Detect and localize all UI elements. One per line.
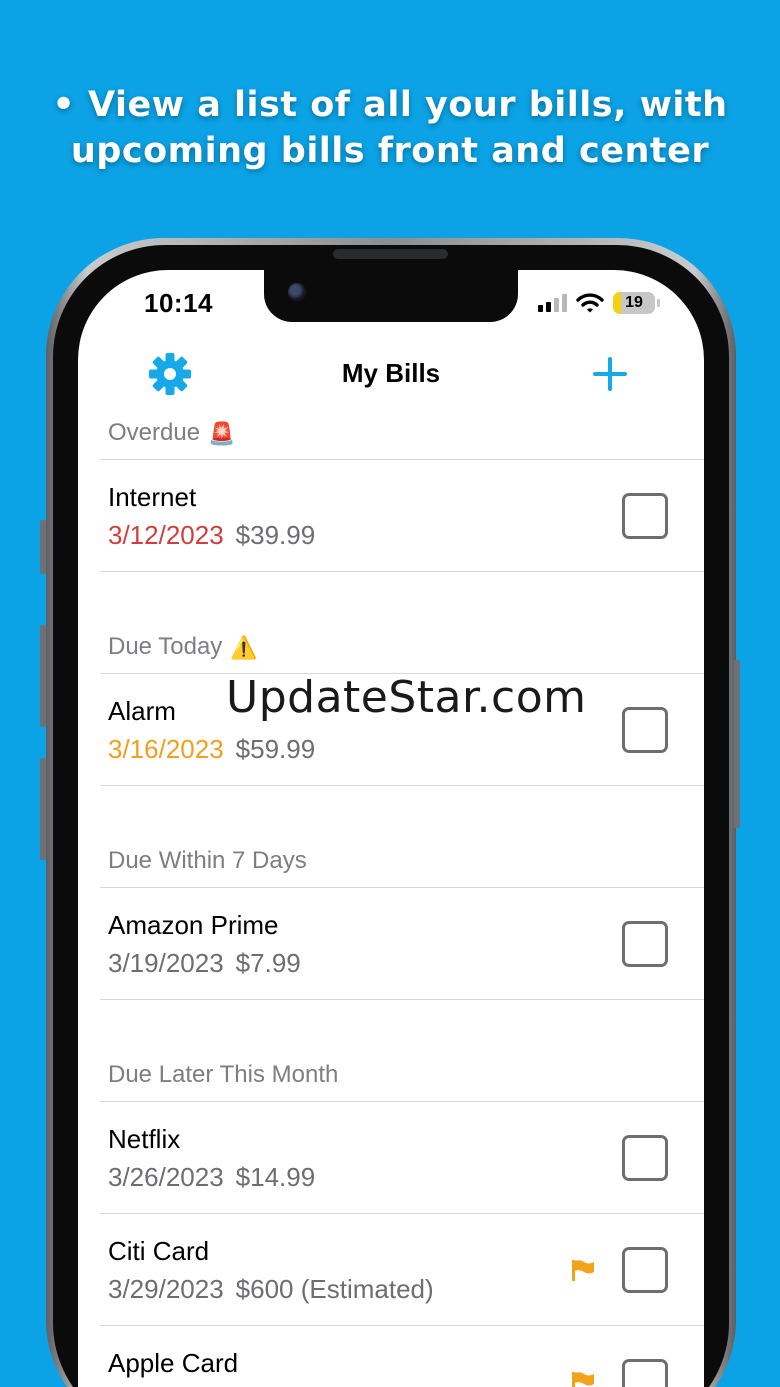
paid-checkbox[interactable] bbox=[622, 1247, 668, 1293]
bill-amount: $600 (Estimated) bbox=[235, 1274, 434, 1304]
section-header: Due Today ⚠️ bbox=[100, 612, 704, 674]
bill-row[interactable]: Apple Card3/31/2023$1125 (Estimated) bbox=[100, 1326, 704, 1387]
bill-list: Overdue 🚨 Internet 3/12/2023 $39.99 Due Today… bbox=[100, 398, 704, 1387]
phone-speaker bbox=[333, 249, 448, 259]
bill-due-date: 3/19/2023 bbox=[108, 948, 224, 978]
bill-amount: $39.99 bbox=[235, 520, 316, 550]
battery-icon: 19 bbox=[613, 292, 655, 314]
paid-checkbox[interactable] bbox=[622, 1359, 668, 1387]
bill-row[interactable]: Amazon Prime 3/19/2023 $7.99 bbox=[100, 888, 704, 1000]
phone-volume-down-button bbox=[40, 758, 46, 860]
section-header: Due Later This Month bbox=[100, 1040, 704, 1102]
battery-tip bbox=[657, 299, 660, 307]
bill-due-date: 3/26/2023 bbox=[108, 1162, 224, 1192]
status-icons: 19 bbox=[538, 292, 660, 314]
headline-line-1: • View a list of all your bills, with bbox=[52, 85, 728, 125]
bill-name: Internet bbox=[108, 482, 197, 512]
bill-details: 3/26/2023 $14.99 bbox=[108, 1162, 315, 1193]
phone-power-button bbox=[734, 660, 740, 828]
siren-icon: 🚨 bbox=[208, 421, 236, 446]
phone-silent-switch bbox=[40, 520, 46, 574]
wifi-icon bbox=[576, 293, 604, 313]
bill-details: 3/29/2023 $600 (Estimated) bbox=[108, 1274, 434, 1305]
bill-row[interactable]: Internet 3/12/2023 $39.99 bbox=[100, 460, 704, 572]
bill-name: Netflix bbox=[108, 1124, 181, 1154]
headline-line-2: upcoming bills front and center bbox=[70, 131, 710, 171]
bill-row[interactable]: Netflix 3/26/2023 $14.99 bbox=[100, 1102, 704, 1214]
flag-icon bbox=[572, 1372, 594, 1387]
bill-name: Apple Card bbox=[108, 1348, 239, 1378]
watermark: UpdateStar.com bbox=[226, 672, 587, 723]
navigation-bar: My Bills bbox=[78, 350, 704, 398]
bill-due-date: 3/12/2023 bbox=[108, 520, 224, 550]
bill-due-date: 3/29/2023 bbox=[108, 1274, 224, 1304]
warning-icon: ⚠️ bbox=[230, 635, 258, 660]
battery-fill bbox=[613, 292, 621, 314]
plus-icon bbox=[593, 357, 627, 391]
bill-amount: $14.99 bbox=[235, 1162, 316, 1192]
section-header: Overdue 🚨 bbox=[100, 398, 704, 460]
bill-name: Alarm bbox=[108, 696, 176, 726]
paid-checkbox[interactable] bbox=[622, 707, 668, 753]
bill-due-date: 3/16/2023 bbox=[108, 734, 224, 764]
flag-icon bbox=[572, 1260, 594, 1281]
section-header: Due Within 7 Days bbox=[100, 826, 704, 888]
bill-details: 3/12/2023 $39.99 bbox=[108, 520, 315, 551]
bill-name: Citi Card bbox=[108, 1236, 210, 1266]
paid-checkbox[interactable] bbox=[622, 1135, 668, 1181]
phone-screen: 10:14 19 My Bills Overdue 🚨 Internet 3/1… bbox=[78, 270, 704, 1387]
cellular-signal-icon bbox=[538, 294, 567, 312]
bill-row[interactable]: Citi Card 3/29/2023 $600 (Estimated) bbox=[100, 1214, 704, 1326]
paid-checkbox[interactable] bbox=[622, 921, 668, 967]
section-title: Due Later This Month bbox=[108, 1061, 339, 1088]
section-title: Due Within 7 Days bbox=[108, 847, 307, 874]
paid-checkbox[interactable] bbox=[622, 493, 668, 539]
bill-details: 3/19/2023 $7.99 bbox=[108, 948, 301, 979]
phone-volume-up-button bbox=[40, 625, 46, 727]
status-time: 10:14 bbox=[144, 288, 213, 318]
battery-percentage: 19 bbox=[625, 294, 643, 311]
add-bill-button[interactable] bbox=[590, 352, 630, 396]
headline: • View a list of all your bills, with up… bbox=[0, 82, 780, 174]
bill-amount: $7.99 bbox=[235, 948, 301, 978]
section-title: Overdue bbox=[108, 419, 201, 446]
bill-name: Amazon Prime bbox=[108, 910, 279, 940]
bill-amount: $59.99 bbox=[235, 734, 316, 764]
bill-details: 3/16/2023 $59.99 bbox=[108, 734, 315, 765]
section-title: Due Today bbox=[108, 633, 223, 660]
front-camera bbox=[288, 283, 306, 301]
